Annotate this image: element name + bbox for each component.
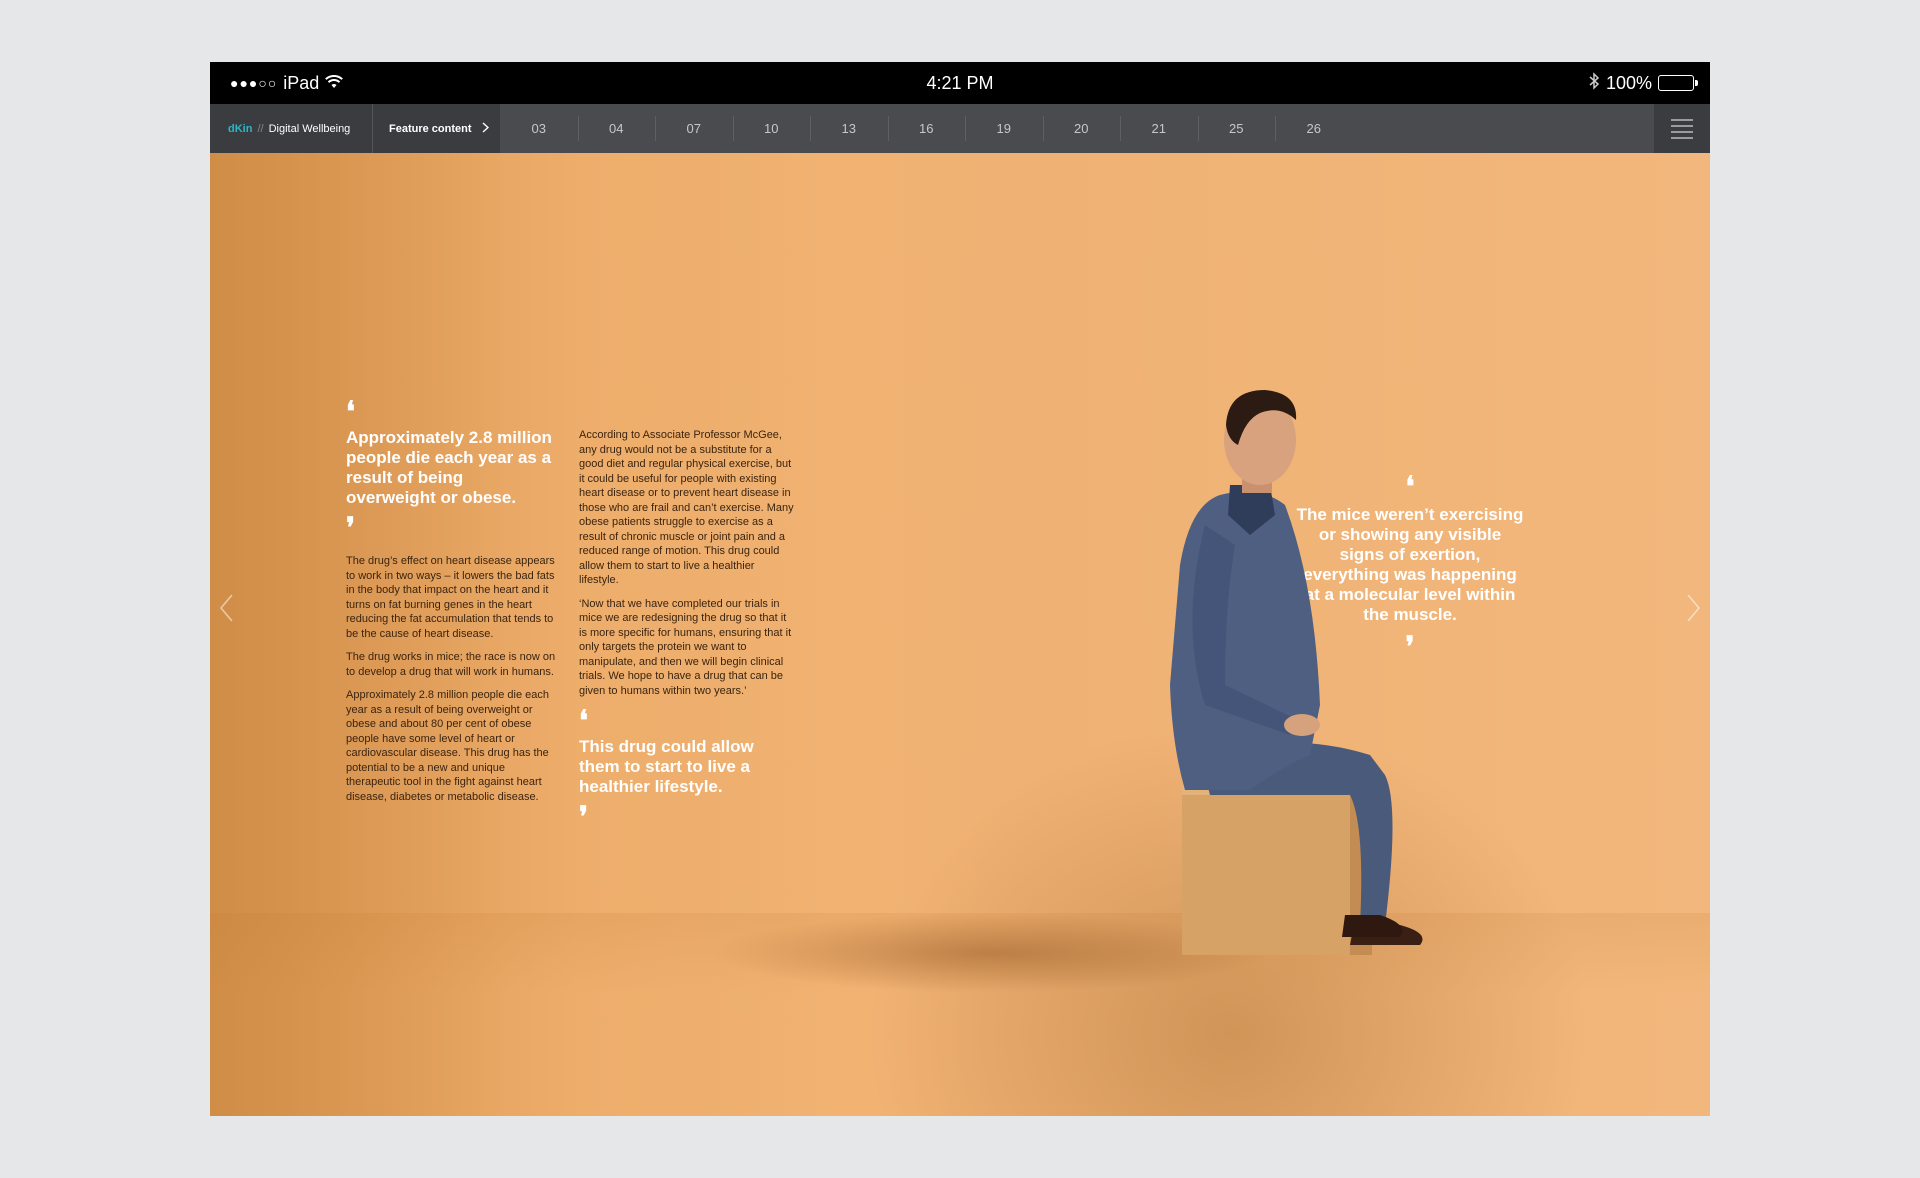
pull-quote: Approximately 2.8 million people die eac… (346, 428, 552, 507)
breadcrumb-separator: // (257, 122, 264, 135)
seated-man-photo (1170, 390, 1423, 955)
body-paragraph: Approximately 2.8 million people die eac… (346, 689, 550, 803)
page-tab[interactable]: 07 (655, 104, 733, 153)
brand-logo-text: dKin (228, 122, 253, 135)
body-paragraph: The drug’s effect on heart disease appea… (346, 555, 555, 640)
feature-content-button[interactable]: Feature content (372, 104, 500, 153)
feature-content-label: Feature content (389, 122, 472, 135)
brand-breadcrumb[interactable]: dKin // Digital Wellbeing (210, 104, 372, 153)
status-right: 100% (1588, 62, 1698, 104)
publication-nav: dKin // Digital Wellbeing Feature conten… (210, 104, 1710, 153)
open-quote-icon: ❛ (346, 395, 356, 428)
page-tab[interactable]: 16 (887, 104, 966, 153)
article-column-1: ❛ Approximately 2.8 million people die e… (346, 398, 556, 813)
previous-page-arrow-icon[interactable] (218, 593, 236, 623)
page-tab[interactable]: 21 (1120, 104, 1198, 153)
page-tab[interactable]: 04 (577, 104, 656, 153)
article-column-2: According to Associate Professor McGee, … (579, 428, 794, 831)
battery-icon (1658, 75, 1698, 91)
close-quote-icon: ❜ (346, 511, 356, 544)
ipad-screen: ●●●○○ iPad 4:21 PM 100% dKin // Digital … (210, 62, 1710, 1116)
wifi-icon (325, 73, 344, 94)
chevron-right-icon (482, 121, 489, 136)
hamburger-menu-icon[interactable] (1654, 104, 1710, 153)
bluetooth-icon (1588, 71, 1600, 95)
clock: 4:21 PM (926, 73, 994, 93)
page-tabs: 03 04 07 10 13 16 19 20 21 25 26 (500, 104, 1353, 153)
page-tab[interactable]: 03 (500, 104, 578, 153)
page-tab[interactable]: 25 (1197, 104, 1276, 153)
battery-percent: 100% (1605, 72, 1652, 93)
close-quote-icon: ❜ (579, 800, 589, 833)
status-left: ●●●○○ iPad (230, 62, 344, 104)
signal-icon: ●●●○○ (230, 75, 278, 91)
device-label: iPad (283, 72, 320, 93)
body-paragraph: According to Associate Professor McGee, … (579, 429, 794, 586)
article-page: ❛ Approximately 2.8 million people die e… (210, 153, 1710, 1116)
page-tab[interactable]: 10 (732, 104, 811, 153)
body-paragraph: ‘Now that we have completed our trials i… (579, 597, 792, 697)
status-bar: ●●●○○ iPad 4:21 PM 100% (210, 62, 1710, 104)
page-tab[interactable]: 20 (1042, 104, 1121, 153)
open-quote-icon: ❛ (579, 704, 589, 737)
publication-title: Digital Wellbeing (268, 122, 351, 135)
page-tab[interactable]: 26 (1275, 104, 1353, 153)
page-tab[interactable]: 13 (810, 104, 888, 153)
page-tab[interactable]: 19 (965, 104, 1043, 153)
next-page-arrow-icon[interactable] (1684, 593, 1702, 623)
pull-quote: This drug could allow them to start to l… (579, 737, 754, 796)
body-paragraph: The drug works in mice; the race is now … (346, 651, 556, 678)
